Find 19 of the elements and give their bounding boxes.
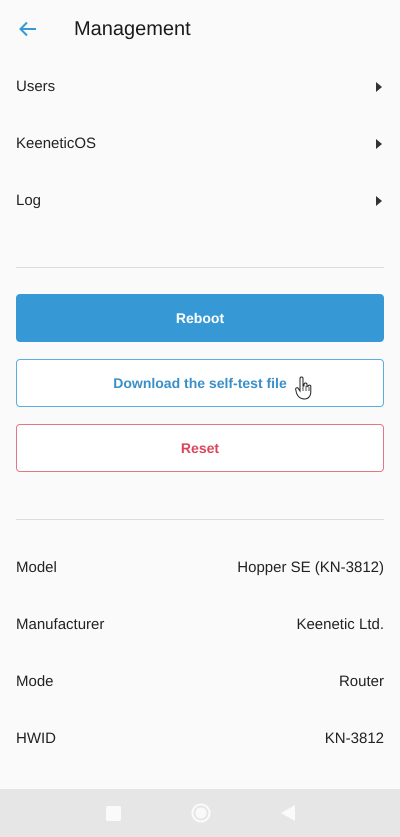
info-label: Mode bbox=[16, 673, 54, 690]
info-value: Hopper SE (KN-3812) bbox=[237, 559, 384, 576]
back-arrow-icon bbox=[18, 19, 38, 39]
page-title: Management bbox=[74, 18, 191, 40]
info-label: Manufacturer bbox=[16, 616, 104, 633]
info-value: KN-3812 bbox=[324, 730, 384, 747]
menu-item[interactable]: Users bbox=[0, 58, 400, 115]
download-button[interactable]: Download the self-test file bbox=[16, 359, 384, 407]
back-button[interactable] bbox=[18, 19, 38, 39]
menu-item[interactable]: Log bbox=[0, 172, 400, 229]
info-label: HWID bbox=[16, 730, 56, 747]
info-label: Model bbox=[16, 559, 57, 576]
caret-right-icon bbox=[376, 138, 382, 148]
info-value: Keenetic Ltd. bbox=[296, 616, 384, 633]
caret-right-icon bbox=[376, 82, 382, 92]
reset-button[interactable]: Reset bbox=[16, 424, 384, 472]
menu-item[interactable]: KeeneticOS bbox=[0, 115, 400, 172]
caret-right-icon bbox=[376, 196, 382, 206]
info-value: Router bbox=[338, 673, 384, 690]
